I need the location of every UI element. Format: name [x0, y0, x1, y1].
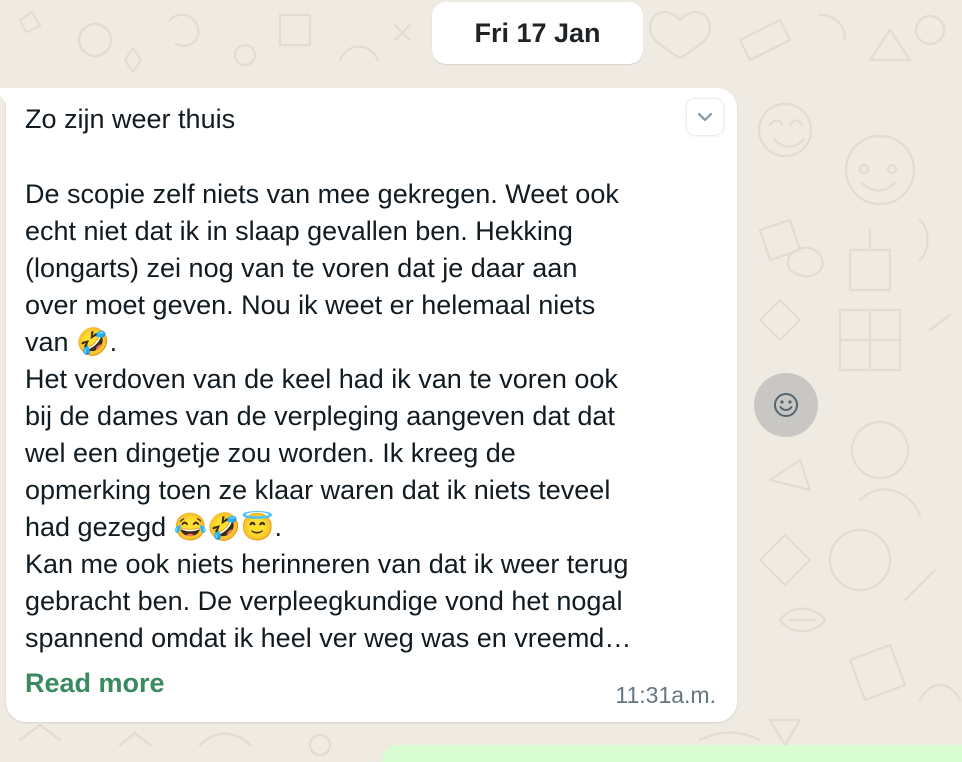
message-timestamp: 11:31a.m. [615, 682, 716, 708]
message-line: spannend omdat ik heel ver weg was en vr… [25, 623, 632, 653]
date-separator: Fri 17 Jan [432, 2, 643, 64]
message-line: over moet geven. Nou ik weet er helemaal… [25, 290, 596, 320]
message-line: bij de dames van de verpleging aangeven … [25, 401, 615, 431]
message-line: echt niet dat ik in slaap gevallen ben. … [25, 216, 573, 246]
chevron-down-icon [697, 112, 713, 122]
message-line: Het verdoven van de keel had ik van te v… [25, 364, 618, 394]
react-button[interactable] [754, 373, 818, 437]
message-line: Kan me ook niets herinneren van dat ik w… [25, 549, 629, 579]
message-line: (longarts) zei nog van te voren dat je d… [25, 253, 578, 283]
outgoing-message-bubble[interactable] [382, 745, 962, 762]
smiley-icon [774, 393, 798, 417]
message-line: opmerking toen ze klaar waren dat ik nie… [25, 475, 611, 505]
date-label: Fri 17 Jan [474, 17, 601, 48]
message-line: wel een dingetje zou worden. Ik kreeg de [25, 438, 516, 468]
message-line: gebracht ben. De verpleegkundige vond he… [25, 586, 623, 616]
read-more-link[interactable]: Read more [25, 668, 165, 699]
message-body: De scopie zelf niets van mee gekregen. W… [25, 176, 725, 657]
message-line: had gezegd 😂🤣😇. [25, 512, 282, 542]
message-bubble[interactable]: Zo zijn weer thuis De scopie zelf niets … [0, 88, 737, 722]
message-menu-button[interactable] [687, 99, 723, 135]
message-line: van 🤣. [25, 327, 118, 357]
bubble-tail [0, 88, 8, 106]
message-line: De scopie zelf niets van mee gekregen. W… [25, 179, 619, 209]
message-title: Zo zijn weer thuis [25, 104, 236, 134]
